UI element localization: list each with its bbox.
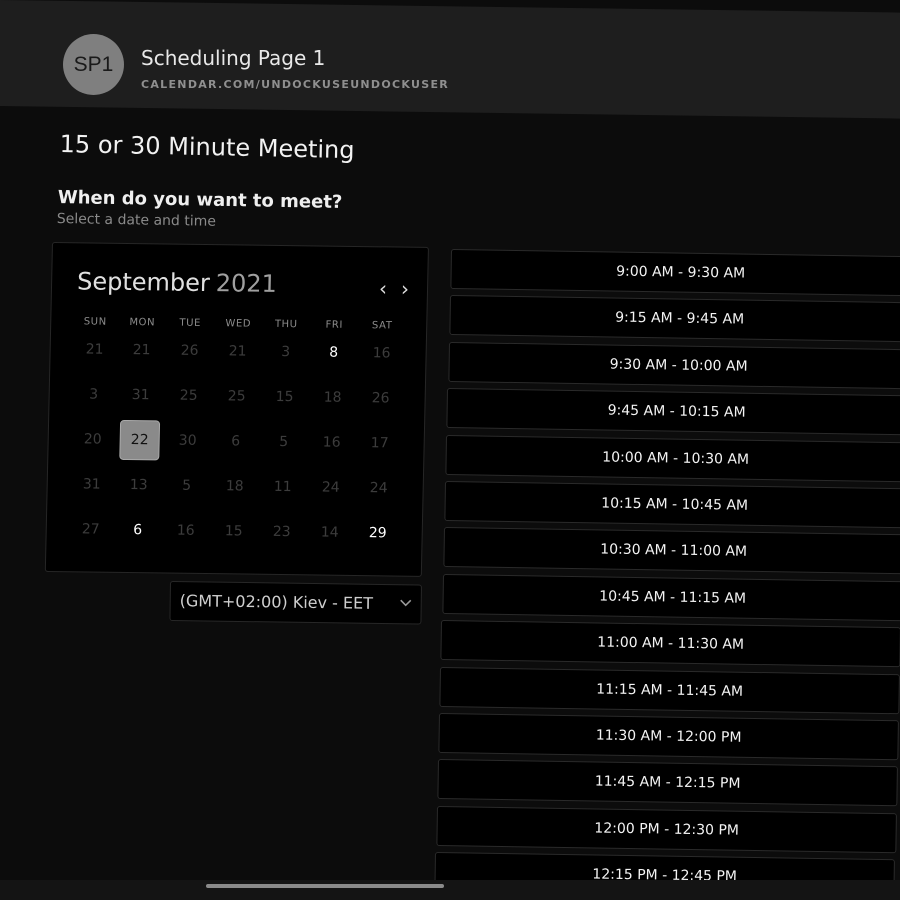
calendar-day: 25 bbox=[179, 387, 198, 404]
time-slot-button[interactable]: 9:45 AM - 10:15 AM bbox=[446, 388, 900, 436]
time-slot-button[interactable]: 10:15 AM - 10:45 AM bbox=[444, 481, 900, 529]
calendar-day: 15 bbox=[275, 388, 294, 406]
horizontal-scrollbar[interactable] bbox=[206, 884, 444, 888]
calendar-day: 30 bbox=[178, 432, 197, 449]
weekday-label: SAT bbox=[371, 320, 393, 332]
time-slot-button[interactable]: 9:15 AM - 9:45 AM bbox=[449, 295, 900, 343]
calendar-day[interactable]: 8 bbox=[313, 332, 354, 373]
calendar-day: 26 bbox=[180, 342, 199, 359]
time-slot-button[interactable]: 10:30 AM - 11:00 AM bbox=[443, 527, 900, 575]
time-slot-button[interactable]: 10:45 AM - 11:15 AM bbox=[441, 573, 900, 622]
weekday-label: TUE bbox=[179, 317, 202, 329]
timezone-value: (GMT+02:00) Kiev - EET bbox=[179, 591, 374, 613]
weekday-label: MON bbox=[129, 317, 156, 329]
calendar-day: 31 bbox=[82, 476, 101, 493]
meeting-title: 15 or 30 Minute Meeting bbox=[59, 130, 355, 165]
time-slot-button[interactable]: 11:00 AM - 11:30 AM bbox=[440, 620, 900, 668]
calendar-day: 3 bbox=[281, 344, 291, 361]
calendar-day: 16 bbox=[322, 434, 341, 451]
calendar-day: 15 bbox=[224, 523, 243, 540]
time-slot-button[interactable]: 10:00 AM - 10:30 AM bbox=[445, 434, 900, 482]
calendar-day: 5 bbox=[279, 433, 289, 451]
calendar-day: 27 bbox=[81, 521, 100, 538]
time-slot-button[interactable]: 9:30 AM - 10:00 AM bbox=[447, 341, 900, 390]
calendar-day: 25 bbox=[227, 388, 246, 405]
calendar-day[interactable]: 29 bbox=[357, 513, 398, 554]
calendar: September 2021 ‹ › SUN MON TUE WED THU FRI SAT 2… bbox=[44, 242, 429, 577]
time-slot-button[interactable]: 12:00 PM - 12:30 PM bbox=[435, 805, 897, 854]
calendar-day: 23 bbox=[272, 523, 291, 541]
calendar-day: 18 bbox=[323, 389, 342, 406]
weekday-label: THU bbox=[274, 318, 298, 331]
calendar-day: 3 bbox=[89, 386, 99, 403]
calendar-day: 5 bbox=[182, 477, 192, 494]
time-slot-button[interactable]: 11:45 AM - 12:15 PM bbox=[437, 759, 898, 807]
chevron-left-icon: ‹ bbox=[378, 276, 388, 301]
calendar-day: 24 bbox=[321, 479, 340, 496]
footer-bar bbox=[0, 880, 900, 900]
chevron-down-icon bbox=[400, 599, 412, 607]
next-month-button[interactable]: › bbox=[395, 276, 415, 301]
calendar-day[interactable]: 6 bbox=[117, 510, 158, 551]
date-time-question: When do you want to meet? bbox=[57, 187, 343, 213]
scheduling-page: SP1 Scheduling Page 1 CALENDAR.COM/UNDOC… bbox=[0, 0, 900, 900]
calendar-month: September bbox=[76, 267, 211, 298]
calendar-day: 21 bbox=[132, 342, 151, 359]
calendar-day: 13 bbox=[129, 477, 148, 494]
calendar-day: 6 bbox=[231, 433, 241, 450]
calendar-day: 26 bbox=[371, 390, 390, 407]
date-time-hint: Select a date and time bbox=[56, 211, 217, 230]
calendar-day: 14 bbox=[320, 524, 339, 541]
calendar-day-selected[interactable]: 22 bbox=[119, 419, 161, 461]
calendar-day: 31 bbox=[131, 387, 150, 404]
previous-month-button[interactable]: ‹ bbox=[373, 276, 393, 301]
calendar-day: 16 bbox=[372, 345, 391, 362]
calendar-day: 24 bbox=[369, 480, 388, 497]
calendar-day: 18 bbox=[225, 478, 244, 495]
calendar-day: 17 bbox=[370, 435, 389, 452]
calendar-day: 16 bbox=[176, 522, 195, 539]
time-slot-button[interactable]: 11:15 AM - 11:45 AM bbox=[439, 666, 900, 714]
calendar-day: 21 bbox=[85, 341, 104, 358]
time-slot-button[interactable]: 9:00 AM - 9:30 AM bbox=[450, 249, 900, 297]
calendar-year: 2021 bbox=[215, 269, 278, 298]
timezone-select[interactable]: (GMT+02:00) Kiev - EET bbox=[169, 581, 422, 625]
time-slot-button[interactable]: 11:30 AM - 12:00 PM bbox=[438, 713, 899, 761]
weekday-label: SUN bbox=[83, 316, 107, 328]
weekday-label: WED bbox=[225, 318, 252, 330]
calendar-day: 11 bbox=[273, 478, 292, 496]
chevron-right-icon: › bbox=[400, 276, 410, 301]
calendar-day: 21 bbox=[228, 343, 247, 360]
main-content: 15 or 30 Minute Meeting When do you want… bbox=[0, 0, 900, 900]
calendar-month-label: September 2021 bbox=[77, 267, 277, 298]
weekday-label: FRI bbox=[325, 319, 344, 331]
calendar-day: 20 bbox=[83, 431, 102, 448]
